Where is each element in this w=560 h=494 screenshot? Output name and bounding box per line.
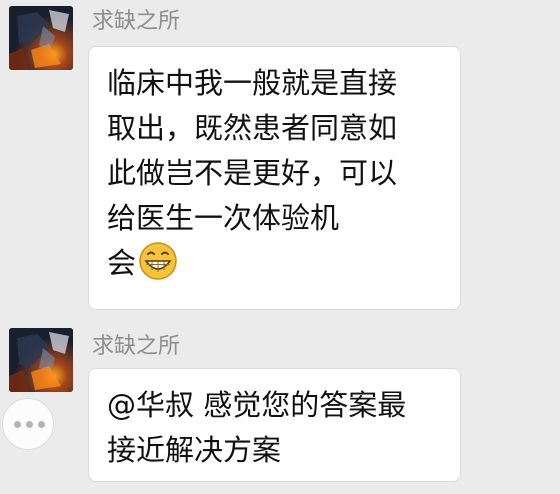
message-line: 此做岂不是更好，可以 (107, 156, 398, 190)
message-bubble[interactable]: 临床中我一般就是直接 取出，既然患者同意如 此做岂不是更好，可以 给医生一次体验… (88, 46, 461, 310)
chat-view: 求缺之所 临床中我一般就是直接 取出，既然患者同意如 此做岂不是更好，可以 给医… (0, 0, 560, 494)
grinning-face-emoji-icon (138, 241, 178, 294)
message-line: 给医生一次体验机 (107, 201, 340, 235)
message-line: 取出，既然患者同意如 (107, 111, 398, 145)
sender-name: 求缺之所 (92, 9, 181, 34)
message-line: 接近解决方案 (107, 433, 282, 467)
sender-avatar[interactable] (9, 6, 73, 70)
message-last-line: 会 (107, 241, 444, 294)
more-button[interactable] (2, 398, 54, 450)
message-line: @华叔 感觉您的答案最 (107, 388, 407, 422)
dark-fantasy-avatar-icon (9, 328, 73, 392)
ellipsis-icon (14, 421, 45, 428)
message-line: 临床中我一般就是直接 (107, 66, 398, 100)
message-line: 会 (107, 246, 137, 280)
dark-fantasy-avatar-icon (9, 6, 73, 70)
sender-avatar[interactable] (9, 328, 73, 392)
message-bubble[interactable]: @华叔 感觉您的答案最 接近解决方案 (88, 368, 461, 482)
sender-name: 求缺之所 (92, 334, 181, 359)
